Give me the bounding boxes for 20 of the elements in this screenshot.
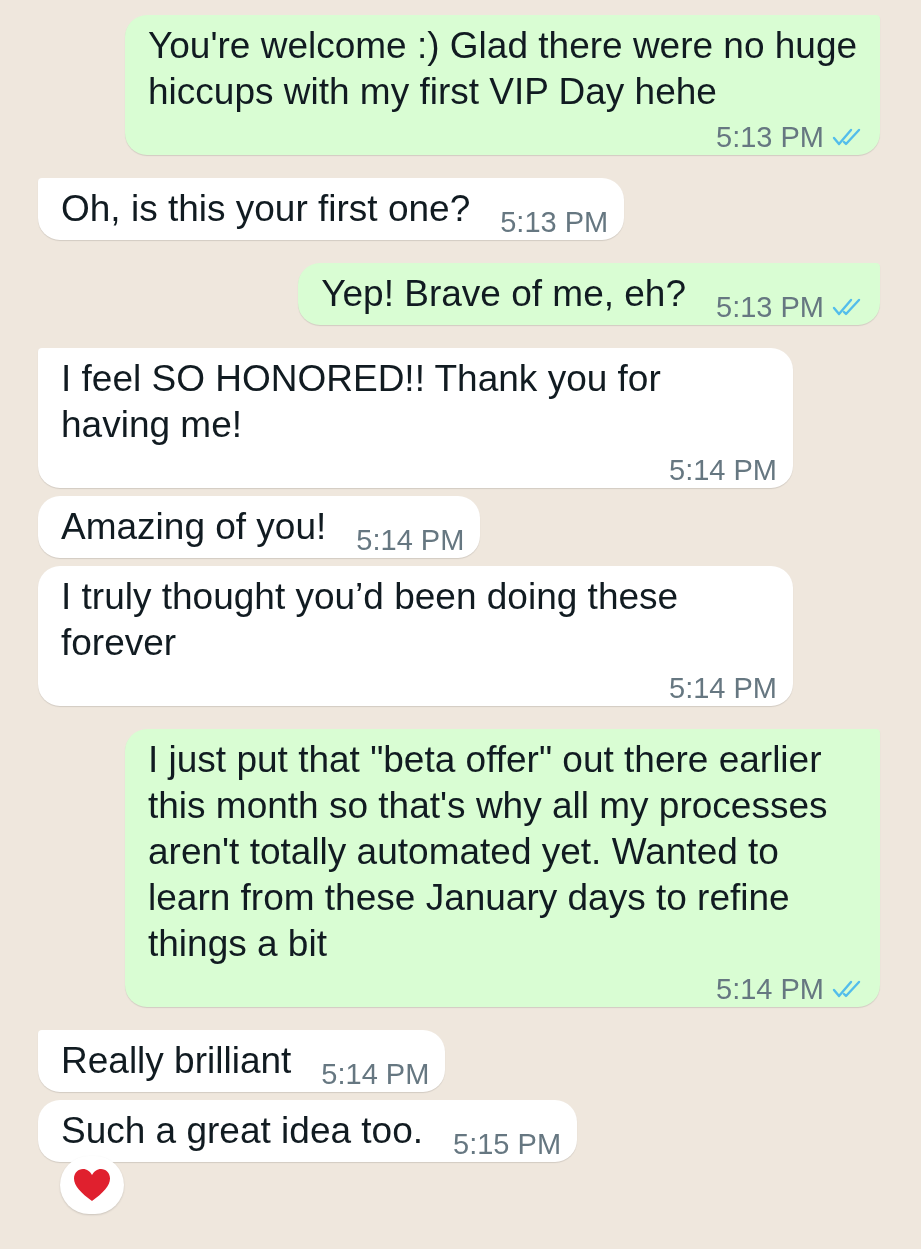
- message-time: 5:13 PM: [716, 121, 824, 153]
- message-text: I truly thought you’d been doing these forever: [61, 575, 680, 665]
- message-text: I just put that "beta offer" out there earlier this month so that's why all my processes aren't totally automated yet. Wanted to learn from these January days to refine things a bit: [148, 738, 829, 966]
- message-time: 5:14 PM: [716, 973, 824, 1005]
- message-text: Amazing of you!: [61, 505, 327, 549]
- message-time: 5:13 PM: [716, 291, 824, 323]
- heart-icon: [73, 1168, 111, 1202]
- message-text: I feel SO HONORED!! Thank you for having me!: [61, 357, 662, 447]
- message-text: Such a great idea too.: [61, 1109, 424, 1153]
- message-text: Oh, is this your first one?: [61, 187, 471, 231]
- message-text: You're welcome :) Glad there were no huge hiccups with my first VIP Day hehe: [148, 24, 859, 114]
- reaction-badge[interactable]: [60, 1156, 124, 1214]
- message-time: 5:14 PM: [669, 672, 777, 704]
- message-time: 5:15 PM: [453, 1128, 562, 1160]
- message-time: 5:13 PM: [500, 206, 609, 238]
- message-time: 5:14 PM: [669, 454, 777, 486]
- message-time: 5:14 PM: [356, 524, 465, 556]
- message-time: 5:14 PM: [321, 1058, 430, 1090]
- message-text: Really brilliant: [61, 1039, 292, 1083]
- message-text: Yep! Brave of me, eh?: [321, 272, 686, 316]
